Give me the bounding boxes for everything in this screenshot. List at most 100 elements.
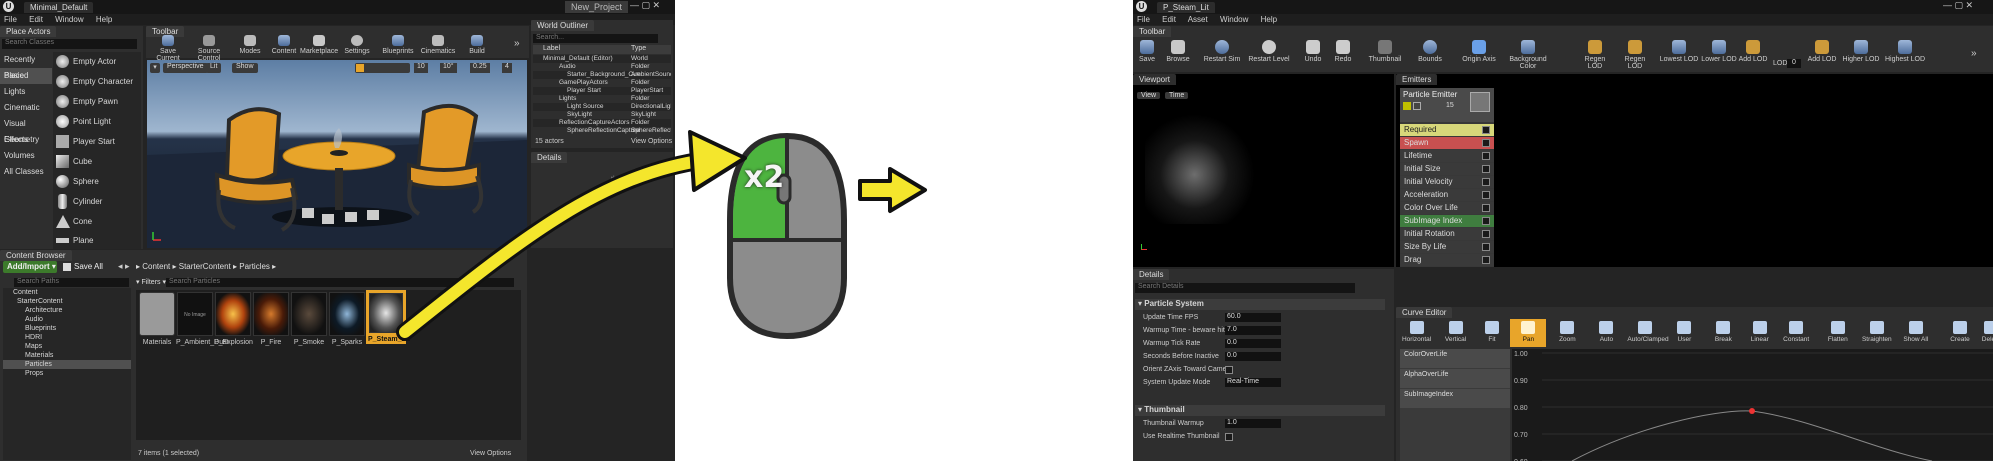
actor-item[interactable]: Plane [53, 232, 139, 249]
curve-tool-button[interactable]: Fit [1474, 319, 1510, 347]
outliner-row[interactable]: Audio Folder [533, 63, 671, 71]
add-lod-button[interactable]: Add LOD [1737, 38, 1769, 70]
tree-item[interactable]: Maps [3, 342, 131, 351]
category-recently-placed[interactable]: Recently Placed [0, 52, 52, 80]
menu-help[interactable]: Help [96, 15, 112, 24]
search-paths-input[interactable]: Search Paths [14, 278, 129, 287]
actor-item[interactable]: Empty Pawn [53, 92, 139, 112]
module-enable-checkbox[interactable] [1482, 243, 1490, 251]
cascade-toolbar-tab[interactable]: Toolbar [1133, 26, 1172, 37]
cb-view-options[interactable]: View Options [470, 450, 511, 457]
menu-window[interactable]: Window [1220, 15, 1248, 24]
curve-tool-button[interactable]: Pan [1510, 319, 1547, 347]
curve-tool-button[interactable]: Show All [1898, 319, 1934, 347]
save-button[interactable]: Save [1133, 38, 1161, 70]
content-button[interactable]: Content [268, 34, 300, 58]
level-viewport[interactable]: ▾ Perspective Lit Show 10 10° 0.25 4 [147, 60, 527, 248]
add-import-button[interactable]: Add/Import ▾ [3, 261, 57, 273]
thumbnail-button[interactable]: Thumbnail [1365, 38, 1405, 70]
add-lod-button-2[interactable]: Add LOD [1805, 38, 1839, 70]
module-enable-checkbox[interactable] [1482, 139, 1490, 147]
module-enable-checkbox[interactable] [1482, 256, 1490, 264]
tree-item[interactable]: Audio [3, 315, 131, 324]
outliner-row[interactable]: SkyLight SkyLight [533, 111, 671, 119]
redo-button[interactable]: Redo [1329, 38, 1357, 70]
outliner-row[interactable]: Light Source DirectionalLigh [533, 103, 671, 111]
property-value-input[interactable]: 0.0 [1225, 339, 1281, 348]
search-particles-input[interactable]: Search Particles [166, 278, 514, 287]
toolbar-more-icon[interactable]: » [1971, 48, 1977, 59]
world-outliner-tab[interactable]: World Outliner [531, 20, 594, 31]
outliner-row[interactable]: Lights Folder [533, 95, 671, 103]
blueprints-button[interactable]: Blueprints [380, 34, 416, 58]
curve-tool-button[interactable]: Constant [1778, 319, 1814, 347]
tree-item-selected[interactable]: Particles [3, 360, 131, 369]
emitter-header[interactable]: Particle Emitter 15 [1400, 88, 1494, 122]
regen-lod-button-2[interactable]: Regen LOD [1617, 38, 1653, 70]
curve-tool-button[interactable]: Vertical [1438, 319, 1474, 347]
source-control-button[interactable]: Source Control [188, 34, 230, 62]
filters-button[interactable]: ▾ Filters ▾ [136, 278, 166, 286]
save-all-button[interactable]: Save All [62, 261, 114, 273]
details-tab-right[interactable]: Details [1133, 269, 1170, 280]
module-enable-checkbox[interactable] [1482, 230, 1490, 238]
property-value-input[interactable]: Real-Time [1225, 378, 1281, 387]
emitter-module[interactable]: Color Over Life [1400, 202, 1494, 214]
bounds-button[interactable]: Bounds [1413, 38, 1447, 70]
origin-axis-button[interactable]: Origin Axis [1459, 38, 1499, 70]
marketplace-button[interactable]: Marketplace [300, 34, 338, 58]
background-color-button[interactable]: Background Color [1501, 38, 1555, 70]
property-value-input[interactable]: 60.0 [1225, 313, 1281, 322]
lod-value-input[interactable]: 0 [1787, 59, 1801, 68]
category-volumes[interactable]: Volumes [0, 148, 52, 164]
category-all-classes[interactable]: All Classes [0, 164, 52, 180]
tree-item[interactable]: Architecture [3, 306, 131, 315]
property-value-input[interactable]: 0.0 [1225, 352, 1281, 361]
outliner-view-options[interactable]: View Options [631, 138, 672, 145]
emitters-tab[interactable]: Emitters [1396, 74, 1438, 85]
settings-button[interactable]: Settings [340, 34, 374, 58]
property-value-input[interactable]: 1.0 [1225, 419, 1281, 428]
col-type[interactable]: Type [631, 45, 646, 52]
breadcrumb-particles[interactable]: Particles [239, 262, 270, 271]
outliner-row[interactable]: GamePlayActors Folder [533, 79, 671, 87]
curve-tool-button[interactable]: Zoom [1549, 319, 1585, 347]
module-enable-checkbox[interactable] [1482, 178, 1490, 186]
module-enable-checkbox[interactable] [1482, 191, 1490, 199]
viewport-tab[interactable]: Viewport [1133, 74, 1176, 85]
save-current-button[interactable]: Save Current [148, 34, 188, 62]
curve-editor-tab[interactable]: Curve Editor [1396, 307, 1453, 318]
window-controls[interactable]: — ▢ ✕ [1943, 0, 1973, 11]
search-classes-input[interactable]: Search Classes [2, 39, 137, 49]
details-search-input[interactable]: Search Details [1135, 283, 1355, 293]
breadcrumb-startercontent[interactable]: StarterContent [179, 262, 231, 271]
outliner-row[interactable]: ReflectionCaptureActors Folder [533, 119, 671, 127]
outliner-search-input[interactable]: Search... [533, 34, 658, 43]
actor-item[interactable]: Empty Actor [53, 52, 139, 72]
menu-edit[interactable]: Edit [1162, 15, 1176, 24]
col-label[interactable]: Label [543, 45, 560, 52]
curve-tool-button[interactable]: Straighten [1859, 319, 1895, 347]
menu-file[interactable]: File [1137, 15, 1150, 24]
curve-graph[interactable]: 1.000.900.800.700.60 [1512, 349, 1993, 461]
emitter-module[interactable]: Initial Size [1400, 163, 1494, 175]
browse-button[interactable]: Browse [1161, 38, 1195, 70]
actor-item[interactable]: Cube [53, 152, 139, 172]
category-visual-effects[interactable]: Visual Effects [0, 116, 52, 144]
emitter-column[interactable]: Particle Emitter 15 Required Spawn Lifetim… [1400, 88, 1494, 267]
category-geometry[interactable]: Geometry [0, 132, 52, 148]
restart-sim-button[interactable]: Restart Sim [1201, 38, 1243, 70]
tree-item[interactable]: Materials [3, 351, 131, 360]
menu-asset[interactable]: Asset [1188, 15, 1208, 24]
tree-item[interactable]: Blueprints [3, 324, 131, 333]
actor-item[interactable]: Sphere [53, 172, 139, 192]
nav-back-forward[interactable]: ◂ ▸ [118, 261, 130, 272]
place-actors-tab[interactable]: Place Actors [0, 26, 57, 37]
actor-item[interactable]: Player Start [53, 132, 139, 152]
curve-tool-button[interactable]: Horizontal [1399, 319, 1435, 347]
curve-tool-button[interactable]: Flatten [1820, 319, 1856, 347]
section-particle-system[interactable]: ▾ Particle System [1135, 299, 1385, 310]
asset-materials[interactable]: Materials [138, 292, 176, 346]
restart-level-button[interactable]: Restart Level [1245, 38, 1293, 70]
actor-item[interactable]: Point Light [53, 112, 139, 132]
